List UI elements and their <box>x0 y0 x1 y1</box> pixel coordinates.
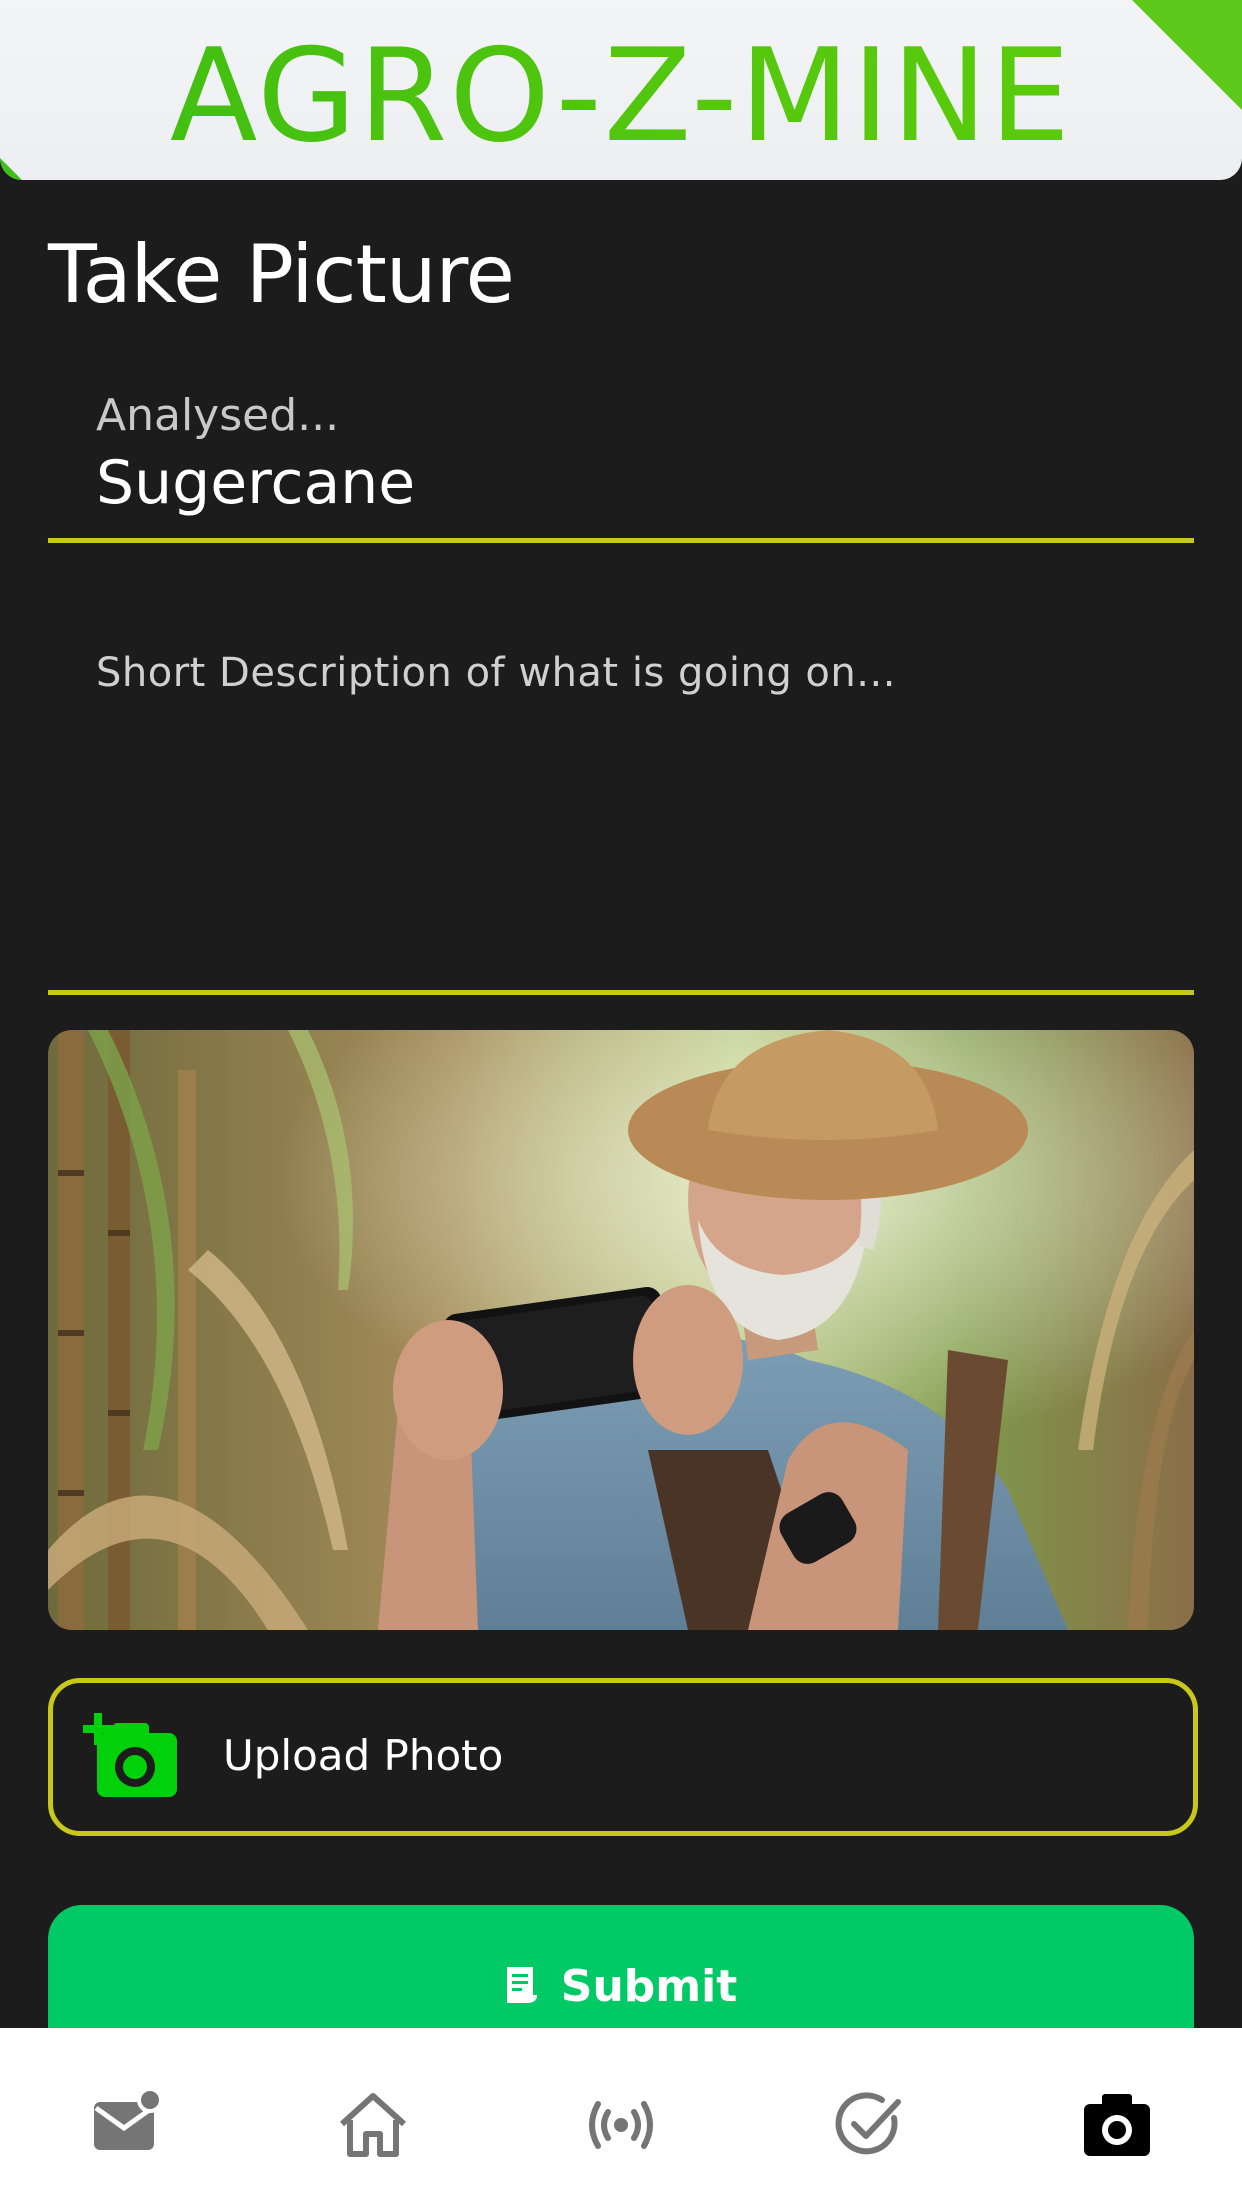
brand-logo-text: AGRO-Z-MINE <box>0 22 1242 172</box>
bottom-nav <box>0 2028 1242 2208</box>
submit-label: Submit <box>560 1961 738 2012</box>
app-header: AGRO-Z-MINE <box>0 0 1242 180</box>
crop-field-label: Analysed... <box>96 390 340 441</box>
captured-photo <box>48 1030 1194 1630</box>
broadcast-icon[interactable] <box>584 2088 658 2162</box>
description-placeholder: Short Description of what is going on... <box>96 650 896 696</box>
mail-notification-icon[interactable] <box>90 2088 164 2162</box>
upload-photo-button[interactable]: Upload Photo <box>48 1678 1198 1836</box>
page-title: Take Picture <box>48 228 515 321</box>
upload-photo-label: Upload Photo <box>223 1731 504 1780</box>
description-textarea[interactable]: Short Description of what is going on... <box>48 620 1194 995</box>
receipt-icon <box>506 1967 537 2003</box>
camera-icon[interactable] <box>1080 2088 1154 2162</box>
app-root: AGRO-Z-MINE Take Picture Analysed... Sug… <box>0 0 1242 2208</box>
add-photo-icon <box>83 1713 177 1797</box>
home-icon[interactable] <box>336 2088 410 2162</box>
crop-field-value[interactable]: Sugercane <box>96 448 415 518</box>
crop-field[interactable]: Analysed... Sugercane <box>48 380 1194 543</box>
check-circle-icon[interactable] <box>832 2088 906 2162</box>
